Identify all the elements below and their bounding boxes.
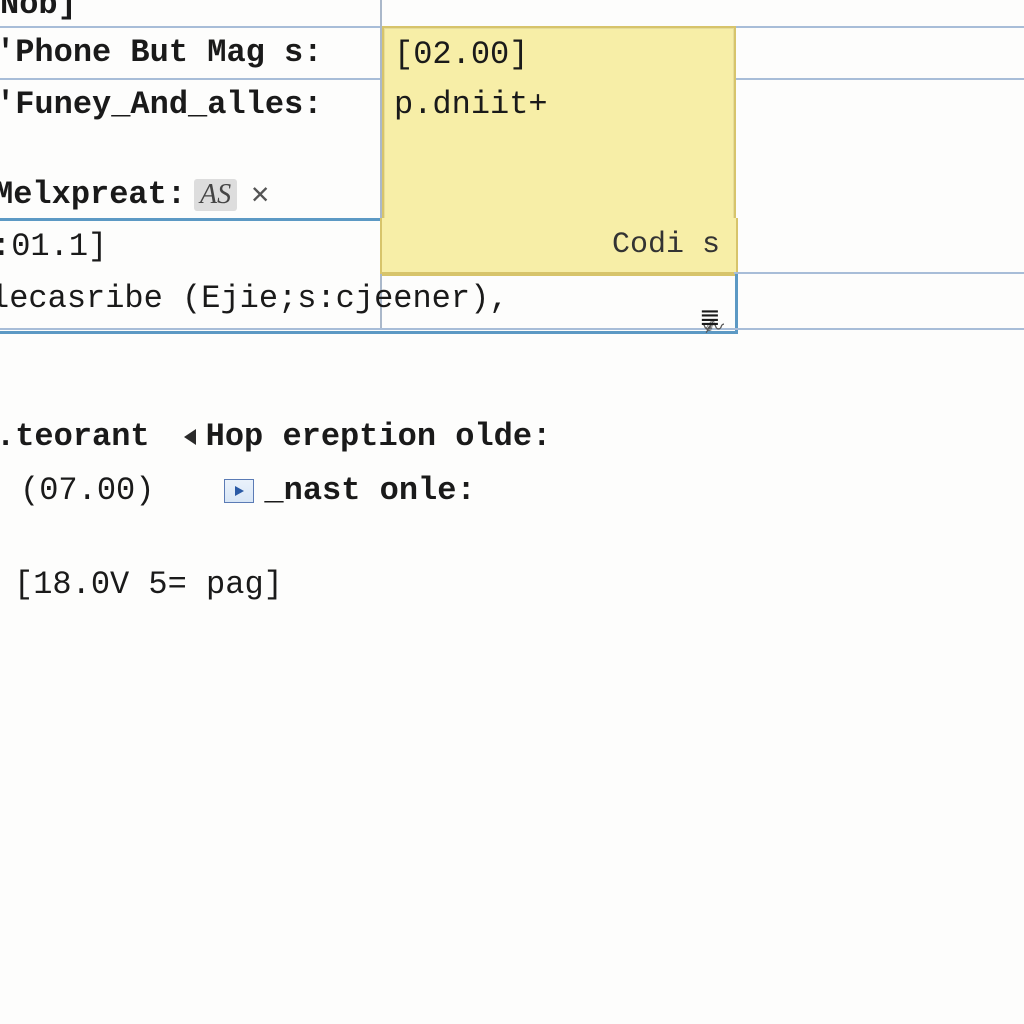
resize-cursor-icon: 𝌆 (700, 306, 720, 332)
arrow-left-icon[interactable] (184, 429, 196, 445)
row-bracket: [18.0V 5= pag] (14, 566, 283, 603)
close-icon[interactable]: ✕ (251, 176, 269, 213)
play-icon[interactable] (224, 479, 254, 503)
label-hop: Hop ereption olde: (206, 418, 552, 455)
row-nast[interactable]: (07.00) _nast onle: (20, 472, 476, 509)
popup-label: Codi s (612, 228, 720, 262)
value-timestamp: :01.1] (0, 228, 107, 265)
value-phone: [02.00] (394, 36, 528, 73)
badge-as[interactable]: AS (194, 179, 237, 211)
row-melxpreat[interactable]: Melxpreat: AS ✕ (0, 176, 269, 213)
value-bracket: [18.0V 5= pag] (14, 566, 283, 603)
label-phone: 'Phone But Mag s: (0, 34, 322, 71)
label-melxpreat: Melxpreat: (0, 176, 186, 213)
row-teorant[interactable]: .teorant Hop ereption olde: (0, 418, 551, 455)
value-funey: p.dniit+ (394, 86, 548, 123)
value-lecasribe: lecasribe (Ejie;s:cjeener), (0, 280, 508, 317)
label-nast: _nast onle: (264, 472, 475, 509)
label-nob: Nob] (0, 0, 77, 23)
value-paren: (07.00) (20, 472, 154, 509)
label-teorant: .teorant (0, 418, 150, 455)
label-funey: 'Funey_And_alles: (0, 86, 322, 123)
